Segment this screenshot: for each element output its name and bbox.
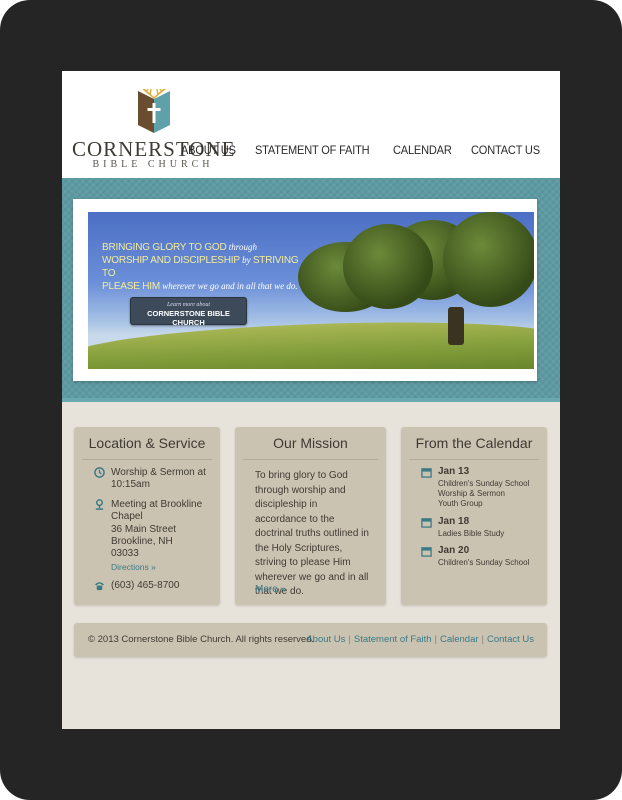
clock-icon — [94, 467, 105, 478]
mission-panel: Our Mission To bring glory to God throug… — [235, 427, 386, 605]
hero-frame: Bringing glory to God through worship an… — [73, 199, 537, 381]
learn-more-big: CORNERSTONE BIBLE CHURCH — [147, 309, 230, 327]
learn-more-small: Learn more about — [166, 302, 211, 308]
footer-link-calendar[interactable]: Calendar — [440, 634, 479, 645]
tagline-part: through — [228, 242, 257, 252]
phone-icon — [94, 582, 105, 591]
separator: | — [348, 634, 351, 645]
calendar-panel: From the Calendar Jan 13 Children's Sund… — [401, 427, 547, 605]
web-page: CORNERSTONE BIBLE CHURCH ABOUT US STATEM… — [62, 71, 560, 729]
tagline-part: by — [242, 255, 251, 265]
divider — [409, 459, 539, 460]
calendar-event[interactable]: Jan 13 Children's Sunday School Worship … — [438, 467, 529, 509]
divider — [82, 459, 212, 460]
calendar-icon — [421, 518, 432, 528]
nav-about-us[interactable]: ABOUT US — [181, 143, 236, 157]
calendar-event[interactable]: Jan 20 Children's Sunday School — [438, 546, 529, 568]
hero-image: Bringing glory to God through worship an… — [88, 212, 534, 369]
event-title: Youth Group — [438, 499, 483, 508]
calendar-icon — [421, 468, 432, 478]
tree-canopy — [443, 212, 534, 307]
event-title: Children's Sunday School — [438, 558, 530, 567]
separator: | — [434, 634, 437, 645]
directions-link[interactable]: Directions » — [111, 561, 156, 573]
footer-link-about-us[interactable]: About Us — [306, 634, 345, 645]
tagline-part: worship and discipleship — [102, 255, 240, 266]
divider — [243, 459, 378, 460]
bible-logo-icon — [138, 89, 170, 133]
address-zip: 03033 — [111, 548, 139, 559]
calendar-event[interactable]: Jan 18 Ladies Bible Study — [438, 517, 504, 539]
panel-title: From the Calendar — [415, 435, 533, 451]
footer-link-statement-of-faith[interactable]: Statement of Faith — [354, 634, 432, 645]
location-service-panel: Location & Service Worship & Sermon at 1… — [74, 427, 220, 605]
more-link[interactable]: More » — [255, 584, 286, 595]
service-time: Worship & Sermon at 10:15am — [111, 467, 206, 490]
panel-title: Location & Service — [88, 435, 206, 451]
nav-statement-of-faith[interactable]: STATEMENT OF FAITH — [255, 143, 370, 157]
hero-band: Bringing glory to God through worship an… — [62, 178, 560, 402]
hero-tagline: Bringing glory to God through worship an… — [102, 241, 312, 293]
footer-links: About Us | Statement of Faith | Calendar | Con… — [306, 634, 534, 645]
meeting-place: Meeting at Brookline Chapel — [111, 499, 203, 522]
panel-title: Our Mission — [273, 435, 348, 451]
address-street: 36 Main Street — [111, 524, 177, 535]
event-title: Worship & Sermon — [438, 489, 505, 498]
separator: | — [481, 634, 484, 645]
footer-link-contact-us[interactable]: Contact Us — [487, 634, 534, 645]
site-header: CORNERSTONE BIBLE CHURCH ABOUT US STATEM… — [62, 71, 560, 178]
tagline-part: wherever we go and in all that we do. — [162, 281, 298, 291]
site-logo[interactable]: CORNERSTONE BIBLE CHURCH — [72, 89, 234, 170]
nav-calendar[interactable]: CALENDAR — [393, 143, 452, 157]
calendar-icon — [421, 547, 432, 557]
main-nav: ABOUT US STATEMENT OF FAITH CALENDAR CON… — [181, 143, 546, 157]
learn-more-button[interactable]: Learn more about CORNERSTONE BIBLE CHURC… — [130, 297, 247, 327]
logo-subtitle: BIBLE CHURCH — [92, 159, 214, 170]
site-footer: © 2013 Cornerstone Bible Church. All rig… — [74, 623, 547, 657]
tree-trunk — [448, 307, 464, 345]
map-pin-icon — [95, 499, 104, 510]
address-city: Brookline, NH — [111, 536, 173, 547]
tablet-frame: CORNERSTONE BIBLE CHURCH ABOUT US STATEM… — [0, 0, 622, 800]
tree-canopy — [343, 224, 433, 309]
event-title: Ladies Bible Study — [438, 529, 505, 538]
event-title: Children's Sunday School — [438, 479, 530, 488]
nav-contact-us[interactable]: CONTACT US — [471, 143, 540, 157]
tagline-part: please Him — [102, 281, 161, 292]
mission-text: To bring glory to God through worship an… — [255, 470, 369, 597]
copyright: © 2013 Cornerstone Bible Church. All rig… — [88, 634, 315, 645]
event-date: Jan 13 — [438, 466, 470, 477]
phone-number: (603) 465-8700 — [111, 580, 180, 591]
event-date: Jan 18 — [438, 516, 470, 527]
tagline-part: Bringing glory to God — [102, 242, 227, 253]
event-date: Jan 20 — [438, 545, 470, 556]
